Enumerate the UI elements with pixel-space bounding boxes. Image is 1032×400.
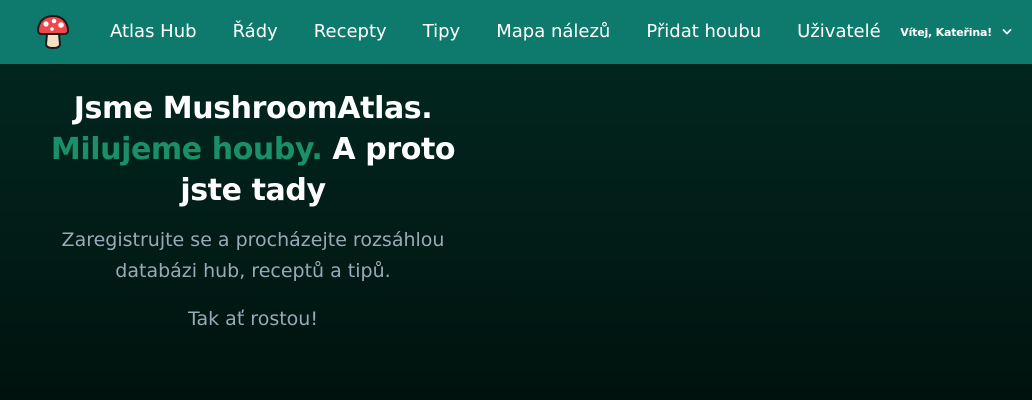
nav-link-rady[interactable]: Řády (215, 0, 296, 64)
top-navbar: Atlas Hub Řády Recepty Tipy Mapa nálezů … (0, 0, 1032, 64)
mushroom-icon[interactable] (35, 14, 71, 50)
hero-section: Jsme MushroomAtlas. Milujeme houby. A pro… (32, 88, 474, 335)
hero-title-line1: Jsme MushroomAtlas. (73, 91, 433, 126)
user-greeting: Vítej, Kateřina! (900, 25, 992, 39)
nav-link-pridat-houbu[interactable]: Přidat houbu (628, 0, 779, 64)
nav-link-mapa-nalezu[interactable]: Mapa nálezů (478, 0, 628, 64)
nav-link-uzivatele[interactable]: Uživatelé (779, 0, 899, 64)
hero-title-accent: Milujeme houby. (50, 132, 323, 167)
main-nav: Atlas Hub Řády Recepty Tipy Mapa nálezů … (92, 0, 899, 64)
user-menu-toggle[interactable]: Vítej, Kateřina! (900, 0, 1012, 64)
hero-description: Zaregistrujte se a procházejte rozsáhlou… (61, 229, 445, 282)
nav-link-atlas-hub[interactable]: Atlas Hub (92, 0, 215, 64)
nav-link-tipy[interactable]: Tipy (405, 0, 479, 64)
chevron-down-icon (1002, 29, 1012, 35)
hero-title: Jsme MushroomAtlas. Milujeme houby. A pro… (32, 88, 474, 211)
nav-link-recepty[interactable]: Recepty (296, 0, 405, 64)
hero-tagline: Tak ať rostou! (188, 308, 318, 330)
